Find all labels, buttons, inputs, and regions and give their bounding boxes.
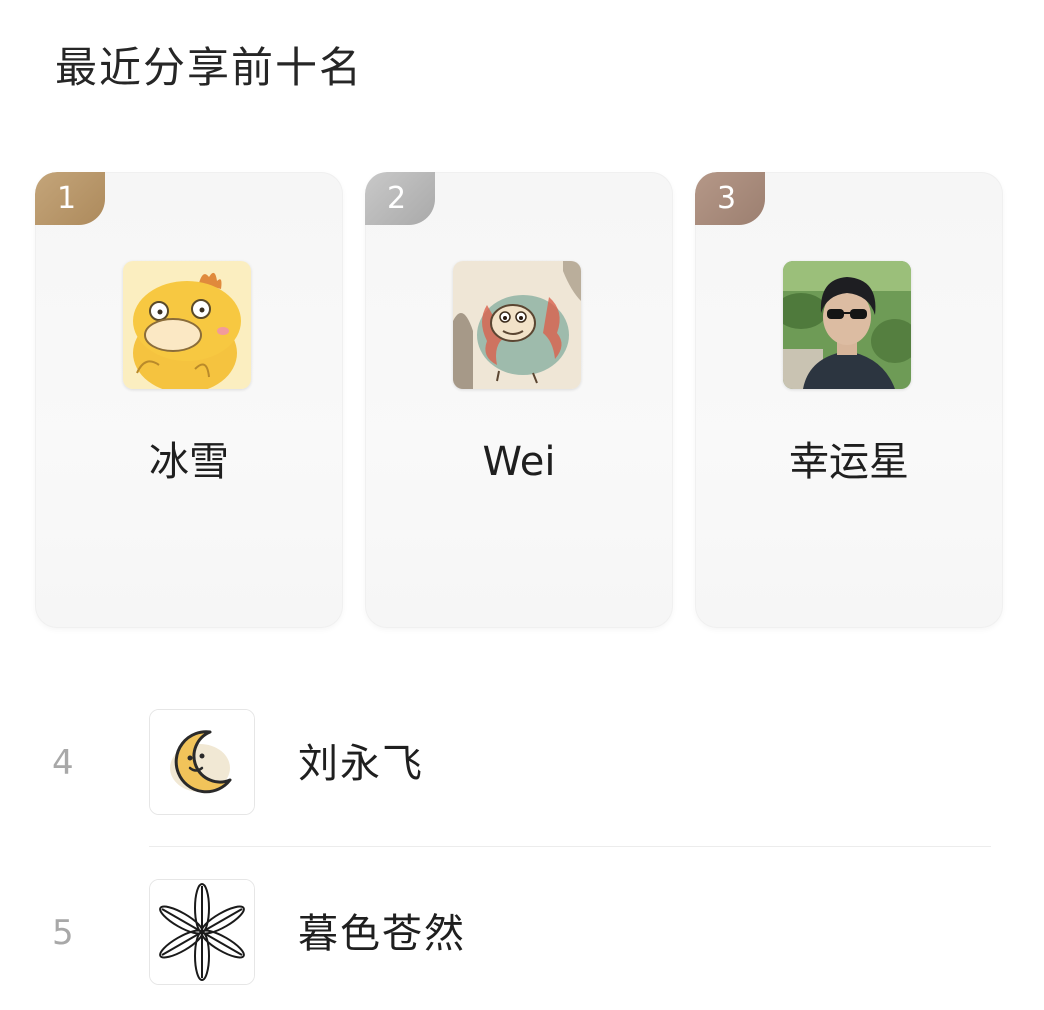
- list-rank: 4: [52, 743, 74, 783]
- rank-list: 4 刘永飞 5 暮色苍然: [0, 700, 1044, 1010]
- list-name: 刘永飞: [298, 741, 424, 787]
- dragon-painting-avatar-icon[interactable]: [453, 261, 581, 389]
- top-three-podium: 1 冰雪 2 Wei 3 幸运星: [35, 172, 1003, 628]
- list-item[interactable]: 4 刘永飞: [0, 700, 1044, 870]
- crescent-moon-avatar-icon[interactable]: [149, 709, 255, 815]
- top-card-3[interactable]: 3 幸运星: [695, 172, 1003, 628]
- top-card-2[interactable]: 2 Wei: [365, 172, 673, 628]
- rank-badge: 3: [695, 172, 765, 225]
- list-item[interactable]: 5 暮色苍然: [0, 870, 1044, 1010]
- top-card-name: 冰雪: [149, 439, 229, 485]
- flower-line-avatar-icon[interactable]: [149, 879, 255, 985]
- leaderboard-page: 最近分享前十名 1 冰雪 2 Wei 3 幸运星 4 刘永飞 5 暮色苍然: [0, 0, 1044, 1010]
- rank-badge: 2: [365, 172, 435, 225]
- top-card-1[interactable]: 1 冰雪: [35, 172, 343, 628]
- person-photo-avatar-icon[interactable]: [783, 261, 911, 389]
- psyduck-avatar-icon[interactable]: [123, 261, 251, 389]
- list-rank: 5: [52, 913, 74, 953]
- list-name: 暮色苍然: [298, 911, 466, 957]
- top-card-name: Wei: [482, 439, 556, 485]
- divider: [149, 846, 991, 847]
- rank-badge: 1: [35, 172, 105, 225]
- top-card-name: 幸运星: [789, 439, 909, 485]
- section-title: 最近分享前十名: [55, 43, 364, 92]
